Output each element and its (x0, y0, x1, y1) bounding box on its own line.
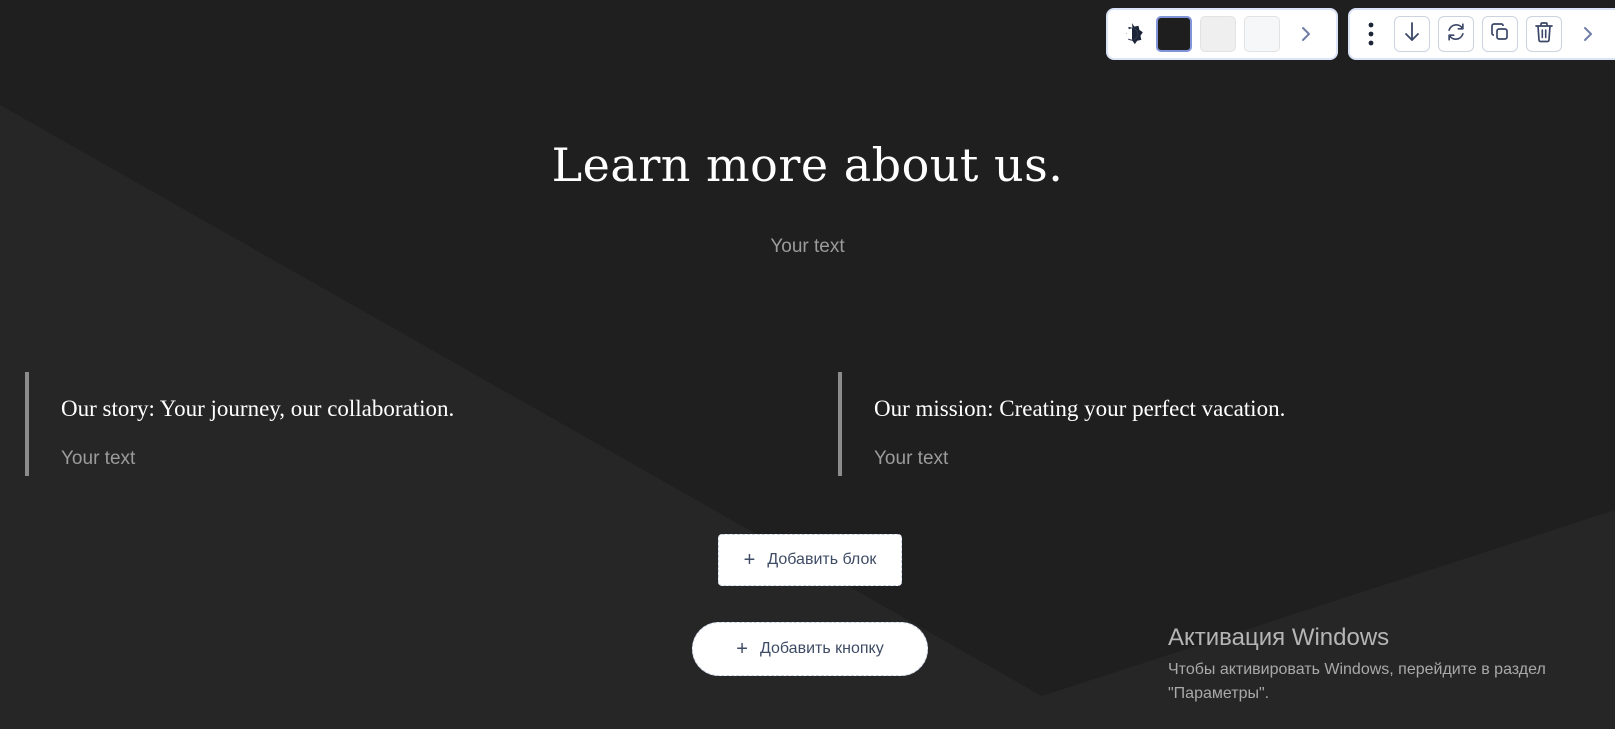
windows-activation-line: Чтобы активировать Windows, перейдите в … (1168, 661, 1546, 678)
refresh-icon (1445, 21, 1467, 48)
plus-icon: + (736, 638, 748, 660)
chevron-right-icon[interactable] (1576, 16, 1600, 52)
color-swatch-light-gray[interactable] (1200, 16, 1236, 52)
block-actions-toolbar (1350, 10, 1615, 58)
plus-icon: + (743, 549, 756, 571)
windows-activation-title: Активация Windows (1168, 624, 1390, 651)
copy-icon (1490, 22, 1510, 47)
add-button-label: Добавить кнопку (759, 640, 884, 657)
windows-activation-line: "Параметры". (1168, 685, 1270, 702)
feature-text[interactable]: Your text (874, 448, 1598, 470)
feature-heading[interactable]: Our mission: Creating your perfect vacat… (874, 396, 1598, 422)
add-block-button[interactable]: + Добавить блок (718, 534, 902, 586)
feature-text[interactable]: Your text (61, 448, 785, 470)
contrast-icon[interactable] (1116, 18, 1148, 50)
feature-item: Our story: Your journey, our collaborati… (25, 372, 785, 476)
move-down-button[interactable] (1394, 16, 1430, 52)
replace-block-button[interactable] (1438, 16, 1474, 52)
add-block-label: Добавить блок (767, 551, 877, 568)
page-subtitle[interactable]: Your text (0, 236, 1615, 258)
add-button-button[interactable]: + Добавить кнопку (692, 622, 928, 676)
color-scheme-toolbar (1108, 10, 1336, 58)
feature-item: Our mission: Creating your perfect vacat… (838, 372, 1598, 476)
color-swatch-light[interactable] (1244, 16, 1280, 52)
more-vertical-icon[interactable] (1356, 16, 1386, 52)
arrow-down-icon (1402, 21, 1422, 48)
chevron-right-icon[interactable] (1294, 16, 1318, 52)
windows-activation-watermark: Активация Windows Чтобы активировать Win… (1168, 624, 1546, 706)
background-shapes (0, 105, 1615, 729)
duplicate-block-button[interactable] (1482, 16, 1518, 52)
delete-block-button[interactable] (1526, 16, 1562, 52)
trash-icon (1534, 21, 1554, 48)
color-swatch-dark[interactable] (1156, 16, 1192, 52)
feature-heading[interactable]: Our story: Your journey, our collaborati… (61, 396, 785, 422)
page-title[interactable]: Learn more about us. (0, 138, 1615, 192)
